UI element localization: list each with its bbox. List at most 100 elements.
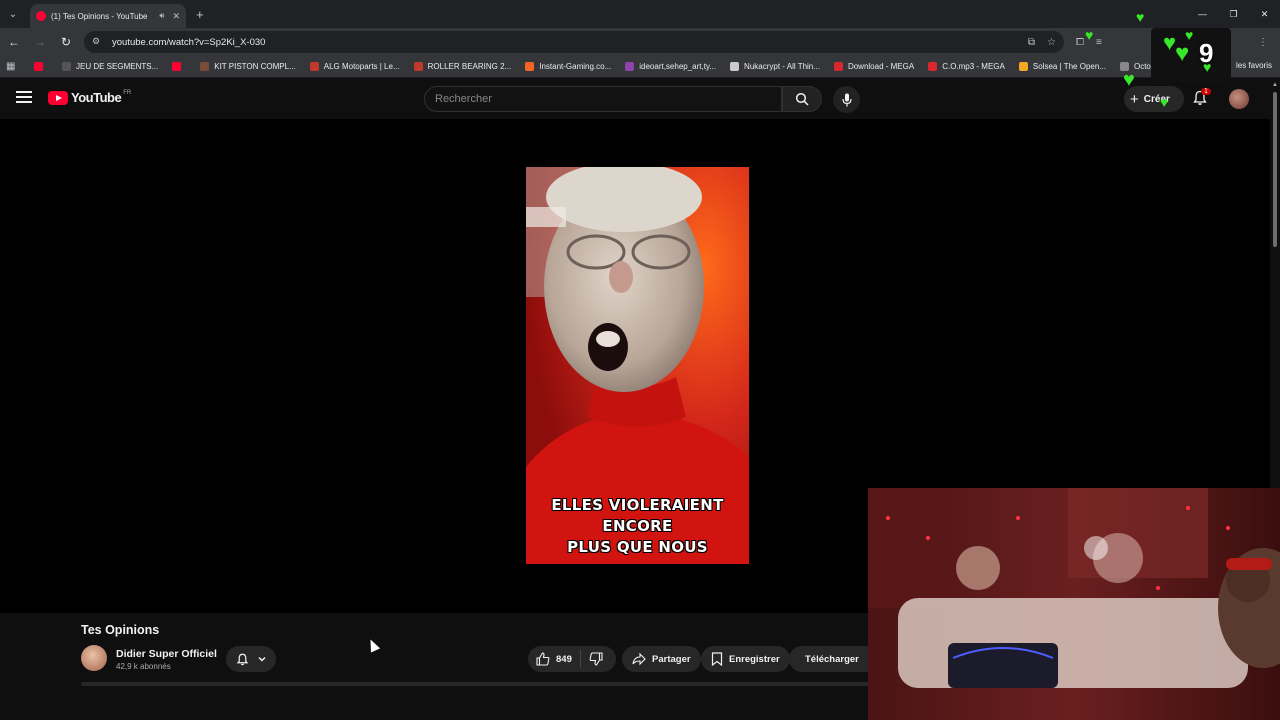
download-label: Télécharger — [805, 653, 859, 665]
share-arrow-icon — [632, 652, 646, 666]
youtube-favicon-icon — [36, 11, 46, 21]
bookmark-item[interactable]: C.O.mp3 - MEGA — [928, 62, 1005, 71]
thumbs-up-icon — [536, 652, 550, 666]
bookmark-item[interactable]: Instant-Gaming.co... — [525, 62, 611, 71]
search-button[interactable] — [782, 86, 822, 112]
youtube-play-icon — [48, 90, 68, 105]
bookmark-label: JEU DE SEGMENTS... — [76, 62, 159, 71]
bookmark-label: Solsea | The Open... — [1032, 62, 1106, 71]
channel-avatar[interactable] — [81, 645, 107, 671]
bookmark-favicon-icon — [833, 62, 843, 71]
channel-name[interactable]: Didier Super Officiel — [116, 648, 217, 660]
youtube-wordmark: YouTube — [71, 90, 122, 105]
bookmark-label: KIT PISTON COMPL... — [214, 62, 296, 71]
speaker-icon[interactable]: 🔊︎ — [159, 11, 164, 21]
microphone-icon — [841, 93, 852, 106]
search-input[interactable]: Rechercher — [424, 86, 782, 112]
heart-icon: ♥ — [1203, 59, 1212, 75]
media-control-icon[interactable]: ≡ — [1096, 37, 1102, 48]
scrollbar-thumb[interactable] — [1273, 92, 1277, 247]
webcam-overlay — [868, 488, 1280, 720]
region-code: FR — [123, 89, 132, 96]
thumbs-down-icon — [589, 652, 603, 666]
plus-icon: + — [1130, 90, 1139, 108]
youtube-logo[interactable]: YouTube FR — [48, 90, 131, 105]
share-label: Partager — [652, 653, 691, 665]
bookmark-item[interactable]: ideoart,sehep_art,ty... — [625, 62, 716, 71]
url-text[interactable]: youtube.com/watch?v=Sp2Ki_X-030 — [112, 37, 1016, 48]
apps-grid-icon[interactable]: ▦ — [6, 61, 18, 73]
omnibox[interactable]: ⚙ youtube.com/watch?v=Sp2Ki_X-030 ⧉ ☆ — [84, 31, 1064, 53]
download-button[interactable]: Télécharger — [789, 646, 868, 672]
bookmark-item[interactable]: ROLLER BEARING 2... — [413, 62, 512, 71]
window-controls: — ❐ ✕ — [1187, 0, 1280, 28]
search-icon — [795, 92, 809, 106]
bookmark-favicon-icon — [928, 62, 938, 71]
close-tab-icon[interactable]: ✕ — [172, 11, 180, 22]
bookmark-item[interactable]: Solsea | The Open... — [1018, 62, 1106, 71]
bookmark-favicon-icon — [34, 62, 43, 71]
webcam-image — [868, 488, 1280, 720]
notification-badge: 1 — [1201, 88, 1211, 95]
extensions-icon[interactable]: ⧠ — [1076, 37, 1084, 48]
tab-search-chevron-icon[interactable]: ⌄ — [4, 5, 22, 23]
bookmark-favicon-icon — [62, 62, 71, 71]
close-window-button[interactable]: ✕ — [1249, 0, 1280, 28]
heart-icon: ♥ — [1136, 9, 1145, 25]
youtube-header: YouTube FR Rechercher + Créer 1 — [0, 78, 1270, 119]
subscriber-count: 42,9 k abonnés — [116, 662, 171, 671]
browser-tab-bar: ⌄ (1) Tes Opinions - YouTube 🔊︎ ✕ + — ❐ … — [0, 0, 1280, 28]
notifications-button[interactable]: 1 — [1192, 88, 1211, 108]
bookmark-label: Nukacrypt - All Thin... — [744, 62, 820, 71]
save-button[interactable]: Enregistrer — [701, 646, 790, 672]
browser-tab-active[interactable]: (1) Tes Opinions - YouTube 🔊︎ ✕ — [30, 4, 186, 28]
bookmark-item[interactable]: KIT PISTON COMPL... — [200, 62, 296, 71]
like-dislike-bar: 849 — [528, 646, 616, 672]
new-tab-button[interactable]: + — [196, 7, 204, 22]
bookmark-favicon-icon — [730, 62, 740, 71]
save-label: Enregistrer — [729, 653, 780, 665]
like-button[interactable]: 849 — [528, 650, 581, 668]
bookmark-item[interactable]: ALG Motoparts | Le... — [309, 62, 400, 71]
menu-hamburger-icon[interactable] — [16, 91, 32, 103]
forward-button[interactable]: → — [28, 30, 52, 54]
browser-menu-icon[interactable]: ⋮ — [1258, 37, 1268, 48]
bookmark-label: ROLLER BEARING 2... — [427, 62, 512, 71]
site-info-icon[interactable]: ⚙ — [92, 36, 104, 48]
minimize-button[interactable]: — — [1187, 0, 1218, 28]
bookmark-star-icon[interactable]: ☆ — [1047, 37, 1056, 48]
install-app-icon[interactable]: ⧉ — [1028, 37, 1035, 48]
user-avatar[interactable] — [1229, 89, 1249, 109]
dislike-button[interactable] — [581, 652, 609, 666]
video-title: Tes Opinions — [81, 623, 160, 637]
bookmark-favicon-icon — [625, 62, 635, 71]
bookmark-favicon-icon — [309, 62, 319, 71]
share-button[interactable]: Partager — [622, 646, 701, 672]
back-button[interactable]: ← — [2, 30, 26, 54]
like-count: 849 — [556, 653, 572, 665]
bookmark-favicon-icon — [1018, 62, 1028, 71]
heart-icon: ♥ — [1160, 94, 1169, 110]
all-bookmarks-link[interactable]: les favoris — [1236, 61, 1272, 70]
bookmark-item[interactable] — [34, 62, 48, 71]
subscription-notifications-button[interactable] — [226, 646, 276, 672]
voice-search-button[interactable] — [833, 86, 860, 113]
bookmark-item[interactable]: Nukacrypt - All Thin... — [730, 62, 820, 71]
bookmark-label: C.O.mp3 - MEGA — [942, 62, 1005, 71]
bookmark-item[interactable]: Download - MEGA — [833, 62, 915, 71]
bookmark-favicon-icon — [525, 62, 535, 71]
description-box-edge — [81, 682, 881, 686]
bookmark-item[interactable] — [172, 62, 186, 71]
bookmark-label: ideoart,sehep_art,ty... — [639, 62, 717, 71]
scroll-up-arrow-icon[interactable]: ▲ — [1272, 82, 1278, 88]
restore-button[interactable]: ❐ — [1218, 0, 1249, 28]
tab-title: (1) Tes Opinions - YouTube — [51, 11, 148, 21]
bell-icon — [236, 653, 248, 665]
bookmark-favicon-icon — [200, 62, 210, 71]
bookmark-label: Download - MEGA — [847, 62, 915, 71]
bookmarks-bar: ▦ JEU DE SEGMENTS... KIT PISTON COMPL... A… — [0, 56, 1280, 78]
reload-button[interactable]: ↻ — [54, 30, 78, 54]
video-frame[interactable]: ELLES VIOLERAIENT ENCORE PLUS QUE NOUS — [526, 167, 749, 564]
bookmark-item[interactable]: JEU DE SEGMENTS... — [62, 62, 158, 71]
bookmark-favicon-icon — [413, 62, 423, 71]
